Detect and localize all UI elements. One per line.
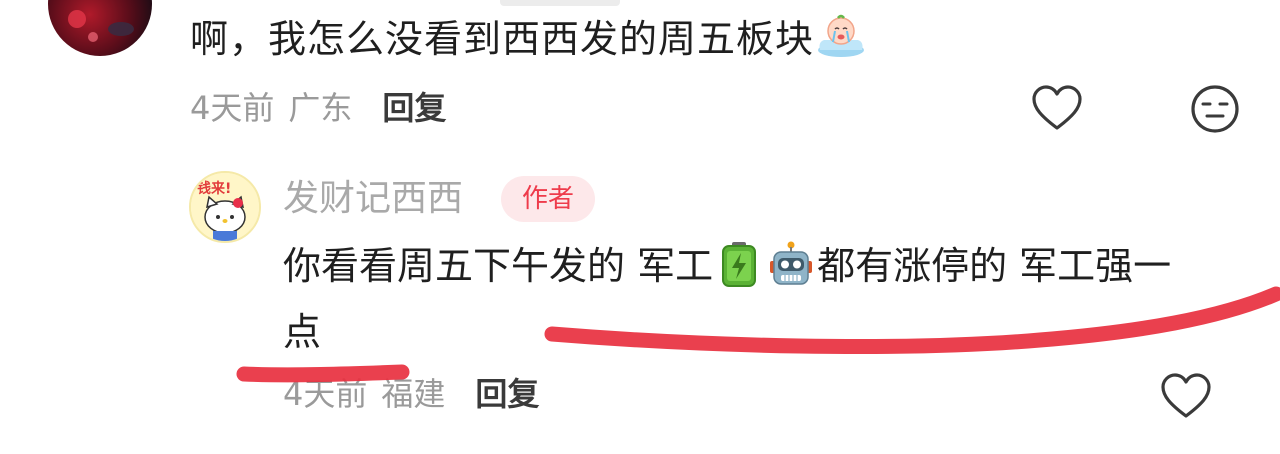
heart-icon[interactable] [1031, 84, 1083, 136]
previous-item-edge [500, 0, 620, 6]
comment-location: 广东 [288, 89, 353, 127]
reply-text-line2: 点 [283, 310, 322, 354]
heart-icon[interactable] [1160, 372, 1212, 424]
avatar-text: 钱来! [197, 180, 231, 197]
reply-text-part1: 你看看周五下午发的 军工 [283, 244, 714, 288]
reply-time: 4天前 [283, 375, 368, 413]
robot-emoji-icon [770, 241, 813, 285]
reply-location: 福建 [381, 375, 446, 413]
comment-thread: 啊，我怎么没看到西西发的周五板块 4天前 广东 回复 钱来! 发财记西西 作者 … [0, 0, 1280, 454]
comment-meta: 4天前 广东 回复 [190, 88, 446, 128]
comment-time: 4天前 [190, 89, 275, 127]
battery-emoji-icon [722, 242, 757, 287]
author-badge: 作者 [501, 176, 595, 222]
comment-text: 啊，我怎么没看到西西发的周五板块 [190, 14, 866, 63]
author-avatar[interactable]: 钱来! [189, 171, 261, 243]
reply-meta: 4天前 福建 回复 [283, 374, 539, 414]
comment-text-content: 啊，我怎么没看到西西发的周五板块 [190, 17, 815, 61]
commenter-avatar[interactable] [48, 0, 152, 56]
neutral-face-icon[interactable] [1189, 83, 1241, 135]
reply-reply-button[interactable]: 回复 [475, 375, 539, 413]
reply-text-line1: 你看看周五下午发的 军工 都有涨停的 军工强一 [283, 240, 1171, 292]
hello-kitty-avatar-icon: 钱来! [191, 173, 259, 241]
reply-text-part2: 都有涨停的 军工强一 [817, 244, 1172, 288]
author-name[interactable]: 发财记西西 [283, 175, 463, 223]
underline-stroke-right [544, 286, 1280, 355]
red-underline-annotation [236, 286, 1280, 383]
crying-face-emoji-icon [818, 14, 865, 57]
reply-button[interactable]: 回复 [382, 89, 446, 127]
